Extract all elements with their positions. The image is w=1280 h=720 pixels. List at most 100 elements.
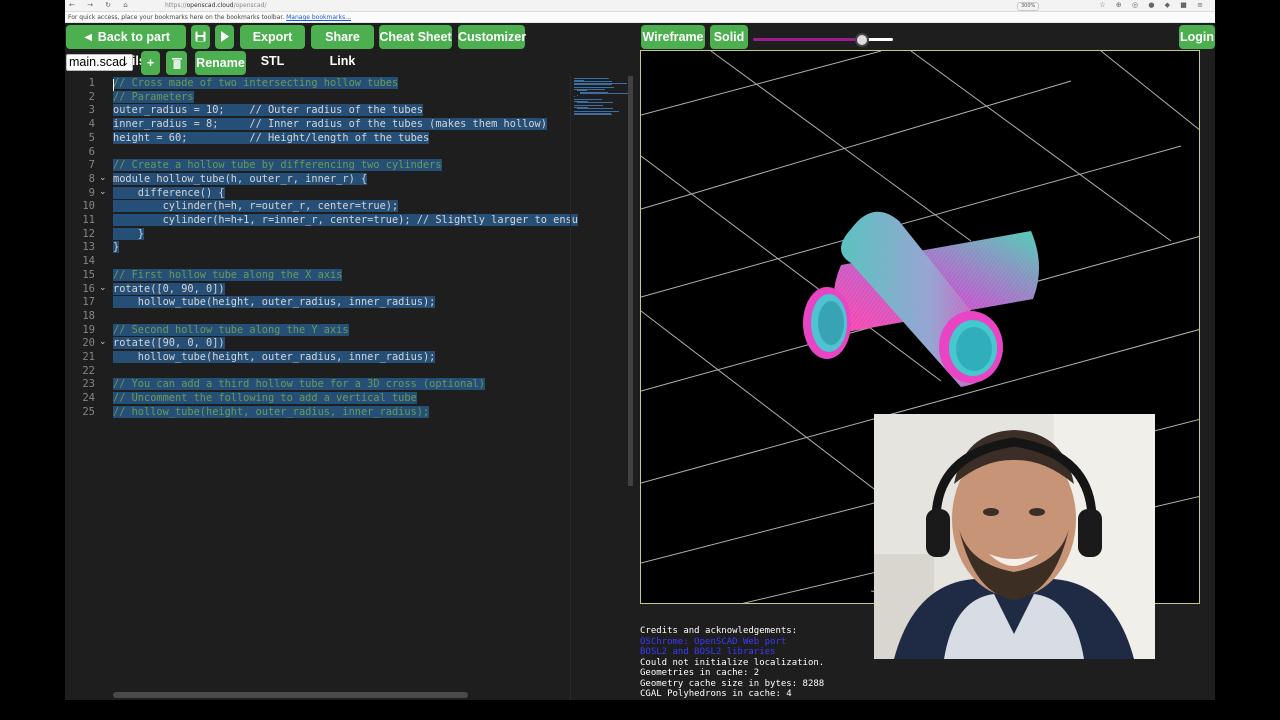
line-number: 14: [82, 255, 95, 268]
fold-chevron-icon[interactable]: ⌄: [99, 283, 107, 293]
fold-chevron-icon[interactable]: ⌄: [99, 337, 107, 347]
line-number: 19: [82, 323, 95, 336]
console-line[interactable]: OSChrome: OpenSCAD Web port: [640, 637, 880, 648]
code-line[interactable]: // hollow_tube(height, outer_radius, inn…: [113, 405, 430, 420]
line-number: 3: [88, 104, 95, 117]
slider-thumb[interactable]: [855, 33, 870, 47]
console-line[interactable]: BOSL2 and BOSL2 libraries: [640, 647, 880, 658]
code-editor[interactable]: 1 2 3 4 5 6 7 8 ⌄ 9 ⌄ 10 11 12 13 14 15 16 ⌄ 17 18 19 20 ⌄ 21 22 2…: [65, 76, 635, 700]
code-line-text: // First hollow tube along the X axis: [113, 268, 343, 281]
solid-button[interactable]: Solid: [710, 25, 748, 49]
code-line[interactable]: // Parameters: [113, 90, 194, 105]
line-number: 13: [82, 241, 95, 254]
fold-chevron-icon[interactable]: ⌄: [99, 187, 107, 197]
code-minimap[interactable]: [570, 76, 630, 116]
code-line[interactable]: }: [113, 241, 120, 255]
file-select[interactable]: main.scad ⌄: [66, 54, 133, 71]
customizer-button[interactable]: Customizer: [458, 25, 526, 49]
code-line-text: // You can add a third hollow tube for a…: [113, 378, 485, 391]
code-line[interactable]: hollow_tube(height, outer_radius, inner_…: [113, 351, 436, 365]
code-line-text: rotate([0, 90, 0]): [113, 282, 225, 295]
minimap-line: [574, 114, 613, 115]
line-number-gutter: 1 2 3 4 5 6 7 8 ⌄ 9 ⌄ 10 11 12 13 14 15 16 ⌄ 17 18 19 20 ⌄ 21 22 2…: [65, 76, 113, 700]
console-line: CGAL Polyhedrons in cache: 4: [640, 689, 792, 699]
code-line[interactable]: // Second hollow tube along the Y axis: [113, 323, 349, 338]
code-line[interactable]: difference() {: [113, 186, 225, 201]
code-line[interactable]: rotate([0, 90, 0]): [113, 282, 225, 297]
code-line[interactable]: // Create a hollow tube by differencing …: [113, 159, 442, 173]
zoom-slider[interactable]: [753, 31, 893, 47]
line-number: 4: [88, 118, 95, 131]
zoom-indicator[interactable]: 300%: [1017, 2, 1040, 11]
rename-button[interactable]: Rename: [195, 51, 246, 75]
browser-nav-icons[interactable]: ← → ↻ ⌂: [69, 0, 133, 11]
delete-file-button[interactable]: [166, 51, 187, 75]
url-host: openscad.cloud: [186, 2, 234, 9]
hollow-cross-model: [803, 211, 1040, 387]
code-line[interactable]: // Cross made of two intersecting hollow…: [113, 77, 399, 91]
file-select-value: main.scad: [69, 55, 126, 69]
code-line[interactable]: inner_radius = 8; // Inner radius of the…: [113, 118, 547, 132]
editor-horizontal-scrollbar[interactable]: [113, 692, 468, 698]
code-line[interactable]: module hollow_tube(h, outer_r, inner_r) …: [113, 172, 368, 187]
line-number: 23: [82, 378, 95, 391]
line-number: 7: [88, 159, 95, 172]
line-number: 25: [82, 405, 95, 418]
back-to-part-details-button[interactable]: ◄ Back to part details: [66, 25, 186, 68]
editor-vertical-scrollbar[interactable]: [628, 76, 633, 486]
code-line[interactable]: // You can add a third hollow tube for a…: [113, 378, 485, 392]
code-line-text: // Uncomment the following to add a vert…: [113, 392, 417, 405]
minimap-line: [579, 93, 630, 94]
code-line-text: // Cross made of two intersecting hollow…: [113, 77, 399, 89]
code-line-text: height = 60; // Height/length of the tub…: [113, 131, 430, 144]
save-button[interactable]: [191, 25, 210, 49]
code-line[interactable]: // Uncomment the following to add a vert…: [113, 392, 417, 406]
code-line[interactable]: cylinder(h=h, r=outer_r, center=true);: [113, 200, 399, 214]
minimap-line: [576, 108, 613, 109]
export-stl-button[interactable]: Export STL: [240, 25, 305, 68]
line-number: 20: [82, 337, 95, 350]
code-line[interactable]: hollow_tube(height, outer_radius, inner_…: [113, 296, 436, 310]
play-icon: [220, 31, 229, 42]
text-cursor: [113, 79, 114, 91]
minimap-line: [576, 102, 613, 103]
code-lines[interactable]: // Cross made of two intersecting hollow…: [113, 76, 623, 700]
slider-track-fill: [753, 38, 863, 41]
code-line[interactable]: }: [113, 227, 144, 242]
wireframe-button[interactable]: Wireframe: [641, 25, 705, 49]
code-line[interactable]: outer_radius = 10; // Outer radius of th…: [113, 104, 423, 118]
minimap-line: [574, 84, 613, 85]
browser-toolbar: ← → ↻ ⌂ https://openscad.cloud/openscad/…: [65, 0, 1215, 12]
address-bar[interactable]: https://openscad.cloud/openscad/: [165, 1, 965, 10]
run-button[interactable]: [215, 25, 234, 49]
fold-chevron-icon[interactable]: ⌄: [99, 173, 107, 183]
share-link-button[interactable]: Share Link: [311, 25, 374, 68]
line-number: 17: [82, 296, 95, 309]
webcam-overlay: [874, 414, 1155, 659]
console-line: Geometry cache size in bytes: 8288: [640, 678, 825, 689]
code-line-text: inner_radius = 8; // Inner radius of the…: [113, 118, 547, 131]
url-path: /openscad/: [233, 2, 267, 9]
code-line[interactable]: rotate([90, 0, 0]): [113, 337, 225, 351]
code-line-text: // hollow_tube(height, outer_radius, inn…: [113, 405, 430, 418]
code-line-text: cylinder(h=h, r=outer_r, center=true);: [113, 200, 399, 213]
console-output: Credits and acknowledgements: OSChrome: O…: [640, 626, 880, 700]
code-line-text: }: [113, 241, 120, 254]
extension-icons[interactable]: ☆ ⊕ ◎ ● ◆ ■ ≡: [1099, 0, 1207, 11]
code-line[interactable]: cylinder(h=h+1, r=inner_r, center=true);…: [113, 214, 578, 228]
code-line[interactable]: height = 60; // Height/length of the tub…: [113, 131, 430, 146]
line-number: 10: [82, 200, 95, 213]
code-line[interactable]: // First hollow tube along the X axis: [113, 268, 343, 283]
code-line-text: difference() {: [113, 186, 225, 199]
add-file-button[interactable]: +: [141, 51, 160, 75]
code-line-text: hollow_tube(height, outer_radius, inner_…: [113, 351, 436, 363]
minimap-line: [574, 96, 575, 97]
editor-divider: [570, 76, 571, 700]
manage-bookmarks-link[interactable]: Manage bookmarks…: [286, 14, 351, 21]
line-number: 18: [82, 309, 95, 322]
login-button[interactable]: Login: [1179, 25, 1215, 49]
console-line: Credits and acknowledgements:: [640, 626, 798, 636]
code-line-text: hollow_tube(height, outer_radius, inner_…: [113, 296, 436, 309]
cheat-sheet-button[interactable]: Cheat Sheet: [379, 25, 452, 49]
line-number: 12: [82, 227, 95, 240]
